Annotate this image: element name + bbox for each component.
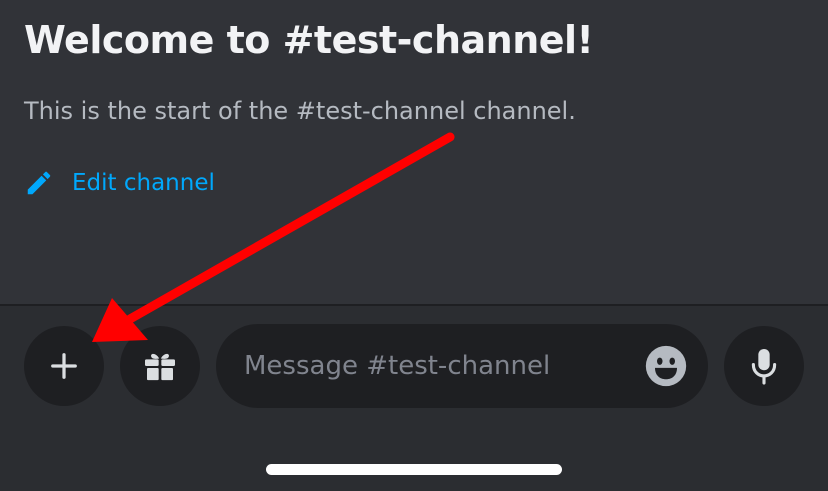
gift-button[interactable]	[120, 326, 200, 406]
message-input-container[interactable]	[216, 324, 708, 408]
welcome-title: Welcome to #test-channel!	[24, 18, 594, 62]
welcome-subtitle: This is the start of the #test-channel c…	[24, 97, 576, 125]
message-input[interactable]	[244, 324, 624, 408]
emoji-smile-icon[interactable]	[644, 344, 688, 388]
plus-icon	[51, 353, 77, 379]
gift-icon	[145, 353, 175, 381]
voice-message-button[interactable]	[724, 326, 804, 406]
microphone-icon	[751, 349, 777, 385]
edit-channel-link[interactable]: Edit channel	[24, 168, 215, 198]
edit-channel-label: Edit channel	[72, 170, 215, 196]
pencil-icon	[27, 171, 51, 195]
add-attachment-button[interactable]	[24, 326, 104, 406]
home-indicator	[266, 464, 562, 475]
